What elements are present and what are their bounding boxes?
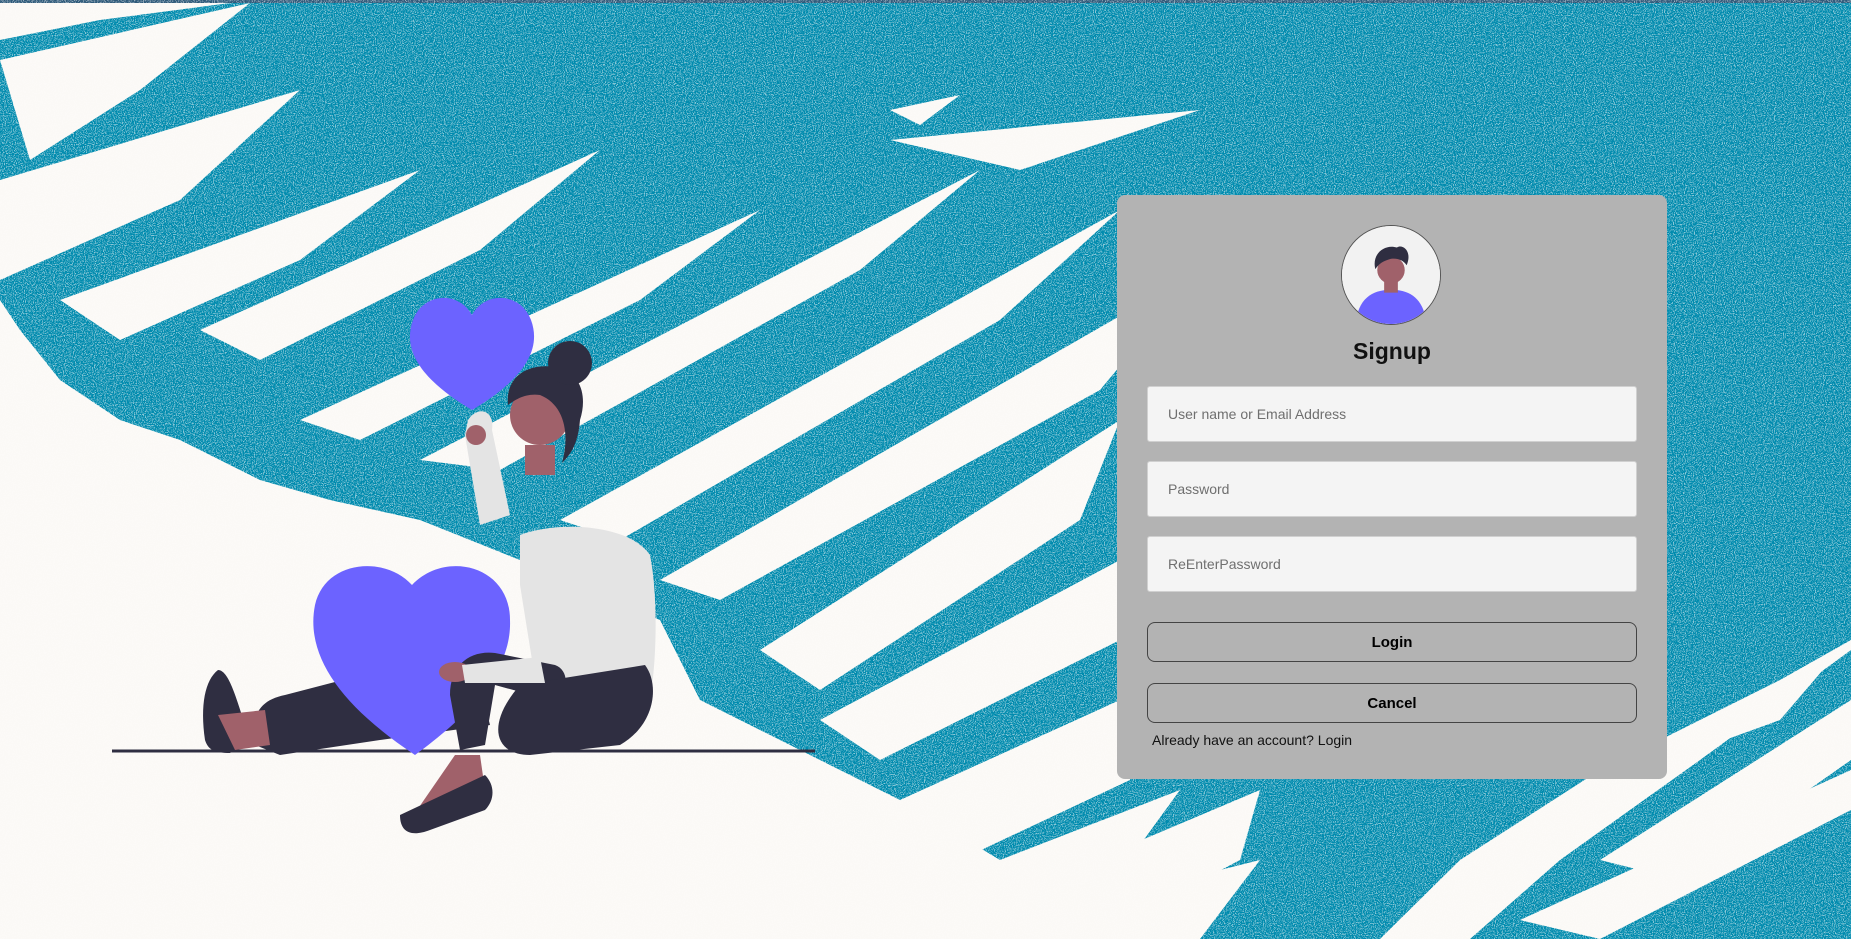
footer-prefix: Already have an account? xyxy=(1152,732,1314,748)
username-field[interactable] xyxy=(1147,386,1637,442)
login-button[interactable]: Login xyxy=(1147,622,1637,662)
signup-card: Signup Login Cancel Already have an acco… xyxy=(1117,195,1667,779)
page-title: Signup xyxy=(1353,338,1431,364)
login-link[interactable]: Login xyxy=(1318,732,1352,748)
hero-illustration xyxy=(112,297,815,834)
password-field[interactable] xyxy=(1147,461,1637,517)
reenter-password-field[interactable] xyxy=(1147,536,1637,592)
cancel-button[interactable]: Cancel xyxy=(1147,683,1637,723)
avatar-icon xyxy=(1341,225,1441,325)
already-account-text: Already have an account? Login xyxy=(1152,732,1352,748)
page-root: Signup Login Cancel Already have an acco… xyxy=(0,0,1851,939)
